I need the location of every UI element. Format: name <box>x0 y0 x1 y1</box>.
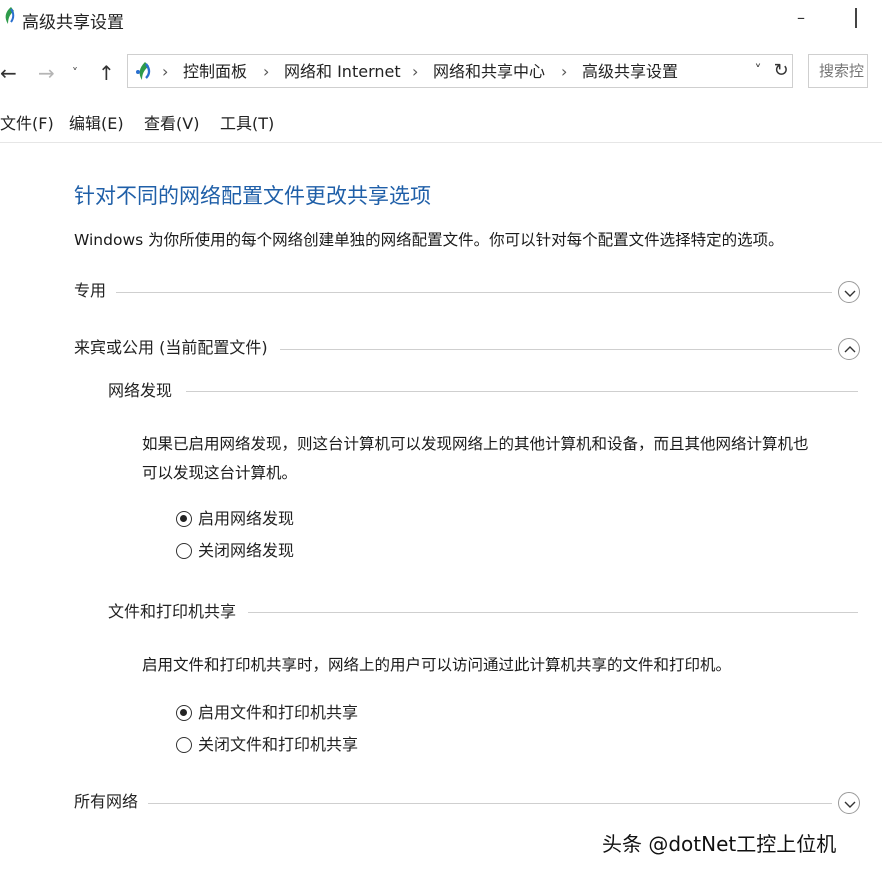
back-button[interactable]: ← <box>0 60 22 86</box>
subsection-divider <box>186 391 858 392</box>
menu-view[interactable]: 查看(V) <box>144 113 199 135</box>
radio-selected-icon[interactable] <box>176 705 192 721</box>
window-title: 高级共享设置 <box>22 13 124 33</box>
address-dropdown-button[interactable]: ˅ <box>749 60 767 82</box>
breadcrumb-network-internet[interactable]: 网络和 Internet <box>284 61 401 83</box>
minimize-button[interactable]: – <box>790 6 812 30</box>
collapse-guest-public-button[interactable] <box>838 338 860 360</box>
watermark: 头条 @dotNet工控上位机 <box>602 832 837 856</box>
radio-selected-icon[interactable] <box>176 511 192 527</box>
section-divider <box>280 349 832 350</box>
file-printer-sharing-description: 启用文件和打印机共享时，网络上的用户可以访问通过此计算机共享的文件和打印机。 <box>142 656 732 674</box>
radio-unselected-icon[interactable] <box>176 737 192 753</box>
breadcrumb-advanced-sharing[interactable]: 高级共享设置 <box>582 61 678 83</box>
radio-label: 启用文件和打印机共享 <box>198 703 359 722</box>
up-button[interactable]: ↑ <box>98 60 120 86</box>
network-discovery-heading: 网络发现 <box>108 381 173 400</box>
section-divider <box>116 292 832 293</box>
breadcrumb-control-panel[interactable]: 控制面板 <box>183 61 247 83</box>
section-divider <box>148 803 832 804</box>
section-guest-public-label: 来宾或公用 (当前配置文件) <box>74 338 268 357</box>
search-input[interactable] <box>819 61 865 81</box>
network-center-icon <box>2 6 18 26</box>
menu-file[interactable]: 文件(F) <box>0 113 54 135</box>
file-printer-sharing-heading: 文件和打印机共享 <box>108 602 237 621</box>
radio-unselected-icon[interactable] <box>176 543 192 559</box>
breadcrumb-separator: › <box>162 62 169 81</box>
page-title: 针对不同的网络配置文件更改共享选项 <box>74 184 431 208</box>
expand-private-button[interactable] <box>838 281 860 303</box>
subsection-divider <box>248 612 858 613</box>
forward-button[interactable]: → <box>38 60 60 86</box>
page-description: Windows 为你所使用的每个网络创建单独的网络配置文件。你可以针对每个配置文… <box>74 231 784 249</box>
network-center-icon <box>134 60 156 82</box>
network-discovery-description-cont: 可以发现这台计算机。 <box>142 464 298 482</box>
menu-divider <box>0 142 882 143</box>
breadcrumb-separator: › <box>263 62 270 81</box>
maximize-button[interactable] <box>850 4 864 32</box>
breadcrumb-network-sharing-center[interactable]: 网络和共享中心 <box>433 61 545 83</box>
radio-label: 启用网络发现 <box>198 509 295 528</box>
radio-enable-network-discovery[interactable]: 启用网络发现 <box>176 508 316 532</box>
breadcrumb-separator: › <box>412 62 419 81</box>
network-discovery-description: 如果已启用网络发现，则这台计算机可以发现网络上的其他计算机和设备，而且其他网络计… <box>142 435 809 453</box>
section-all-networks-label: 所有网络 <box>74 792 139 811</box>
radio-label: 关闭网络发现 <box>198 541 295 560</box>
radio-label: 关闭文件和打印机共享 <box>198 735 359 754</box>
radio-enable-file-printer-sharing[interactable]: 启用文件和打印机共享 <box>176 702 376 726</box>
breadcrumb-separator: › <box>561 62 568 81</box>
radio-disable-network-discovery[interactable]: 关闭网络发现 <box>176 540 316 564</box>
search-box[interactable] <box>808 54 868 88</box>
expand-all-networks-button[interactable] <box>838 792 860 814</box>
chevron-down-icon <box>844 290 856 297</box>
refresh-button[interactable]: ↻ <box>771 58 791 84</box>
recent-locations-button[interactable]: ˅ <box>72 62 88 84</box>
chevron-up-icon <box>844 346 856 353</box>
section-private-label: 专用 <box>74 281 107 300</box>
title-bar <box>0 0 882 40</box>
menu-edit[interactable]: 编辑(E) <box>69 113 124 135</box>
radio-disable-file-printer-sharing[interactable]: 关闭文件和打印机共享 <box>176 734 376 758</box>
chevron-down-icon <box>844 801 856 808</box>
menu-tools[interactable]: 工具(T) <box>220 113 274 135</box>
